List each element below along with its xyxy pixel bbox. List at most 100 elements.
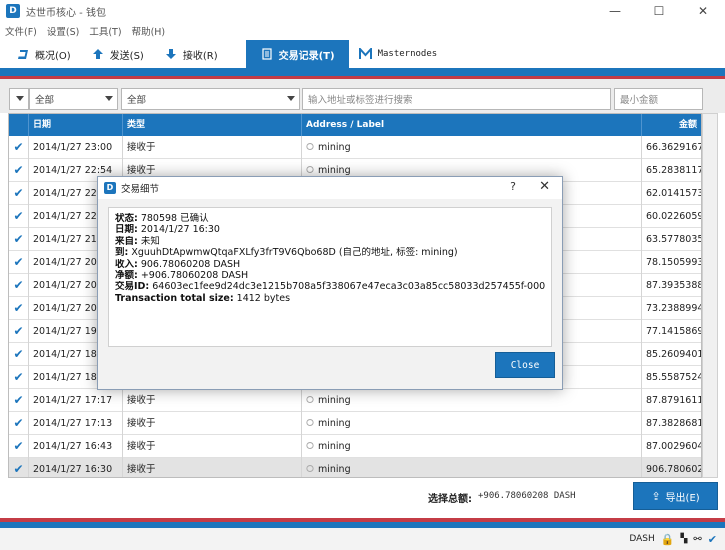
selected-total-label: 选择总额: xyxy=(428,494,472,505)
table-scrollbar[interactable] xyxy=(702,113,718,478)
confirmed-check-icon: ✔ xyxy=(9,366,29,389)
detail-line: 收入: 906.78060208 DASH xyxy=(115,259,545,270)
menu-file[interactable]: 文件(F) xyxy=(0,24,42,38)
row-type: 接收于 xyxy=(123,458,302,477)
confirmed-check-icon: ✔ xyxy=(9,458,29,477)
confirmed-check-icon: ✔ xyxy=(9,228,29,251)
chevron-down-icon xyxy=(16,96,24,101)
detail-label: 净额: xyxy=(115,270,138,282)
detail-label: 状态: xyxy=(115,213,138,224)
search-address-input[interactable]: 输入地址或标签进行搜索 xyxy=(302,88,611,110)
selected-total-value: +906.78060208 DASH xyxy=(478,491,576,501)
row-amount: 87.00296042 xyxy=(646,441,701,452)
lock-icon: 🔒 xyxy=(660,532,675,546)
help-icon[interactable]: ? xyxy=(510,180,516,193)
receive-address-icon: ⭘ xyxy=(306,418,314,429)
header-type[interactable]: 类型 xyxy=(123,114,302,136)
row-address-label: mining xyxy=(318,418,351,429)
status-bar: DASH 🔒 ▚ ⚯ ✔ xyxy=(0,528,725,550)
dialog-title-bar: D 交易细节 ? ✕ xyxy=(98,177,562,199)
tab-send[interactable]: 发送(S) xyxy=(81,41,154,67)
table-row[interactable]: ✔2014/1/27 17:13接收于 ⭘ mining 87.38286819 xyxy=(9,412,701,435)
detail-label: 收入: xyxy=(115,258,138,270)
header-amount[interactable]: 金额 (DASH) xyxy=(642,114,701,152)
search-address-placeholder: 输入地址或标签进行搜索 xyxy=(308,95,413,106)
header-address[interactable]: Address / Label xyxy=(302,114,642,136)
export-button[interactable]: ⇪ 导出(E) xyxy=(633,482,718,510)
footer-area: 选择总额: +906.78060208 DASH ⇪ 导出(E) xyxy=(0,478,725,520)
header-status[interactable] xyxy=(9,114,29,136)
row-amount: 63.57780358 xyxy=(646,234,701,245)
filter-bar: 全部 全部 输入地址或标签进行搜索 最小金额 xyxy=(0,85,725,113)
row-amount: 66.36291673 xyxy=(646,142,701,153)
detail-line: 来自: 未知 xyxy=(115,236,545,247)
row-amount: 73.23889944 xyxy=(646,303,701,314)
confirmed-check-icon: ✔ xyxy=(9,389,29,412)
table-row[interactable]: ✔2014/1/27 16:43接收于 ⭘ mining 87.00296042 xyxy=(9,435,701,458)
header-date[interactable]: 日期 xyxy=(29,114,123,136)
tab-receive-label: 接收(R) xyxy=(182,50,218,62)
row-date: 2014/1/27 17:13 xyxy=(29,412,123,435)
min-amount-input[interactable]: 最小金额 xyxy=(614,88,703,110)
detail-label: 到: xyxy=(115,247,129,259)
confirmed-check-icon: ✔ xyxy=(9,136,29,159)
type-filter-select[interactable]: 全部 xyxy=(121,88,300,110)
send-arrow-icon xyxy=(91,47,105,61)
close-button[interactable]: Close xyxy=(495,352,555,378)
menu-tools[interactable]: 工具(T) xyxy=(84,24,126,38)
detail-value: 64603ec1fee9d24dc3e1215b708a5f338067e47e… xyxy=(149,281,545,293)
dash-dialog-icon: D xyxy=(104,182,116,194)
detail-line: 交易ID: 64603ec1fee9d24dc3e1215b708a5f3380… xyxy=(115,281,545,292)
detail-value: 未知 xyxy=(137,235,160,247)
row-date: 2014/1/27 16:30 xyxy=(29,458,123,477)
date-filter-select[interactable]: 全部 xyxy=(29,88,118,110)
unit-indicator[interactable]: DASH xyxy=(629,534,654,544)
detail-value: 780598 已确认 xyxy=(137,213,209,224)
row-address-label: mining xyxy=(318,464,351,475)
row-amount: 85.55875240 xyxy=(646,372,701,383)
tab-receive[interactable]: 接收(R) xyxy=(154,41,228,67)
confirmed-check-icon: ✔ xyxy=(9,159,29,182)
confirmed-check-icon: ✔ xyxy=(9,182,29,205)
export-label: 导出(E) xyxy=(665,492,700,504)
wallet-window: D 达世币核心 - 钱包 — ☐ ✕ 文件(F) 设置(S) 工具(T) 帮助(… xyxy=(0,0,725,550)
tab-transactions-label: 交易记录(T) xyxy=(278,50,335,62)
tab-overview[interactable]: 概况(O) xyxy=(6,41,81,67)
row-date: 2014/1/27 17:17 xyxy=(29,389,123,412)
sync-check-icon: ✔ xyxy=(707,532,717,546)
detail-label: 来自: xyxy=(115,235,138,247)
close-window-button[interactable]: ✕ xyxy=(681,0,725,22)
row-amount: 87.87916110 xyxy=(646,395,701,406)
table-row[interactable]: ✔2014/1/27 23:00接收于 ⭘ mining 66.36291673 xyxy=(9,136,701,159)
watch-only-filter[interactable] xyxy=(9,88,29,110)
receive-address-icon: ⭘ xyxy=(306,395,314,406)
detail-value: 2014/1/27 16:30 xyxy=(137,224,220,236)
detail-line: 日期: 2014/1/27 16:30 xyxy=(115,224,545,235)
detail-label: 交易ID: xyxy=(115,281,150,293)
table-row[interactable]: ✔2014/1/27 16:30接收于 ⭘ mining 906.78060208 xyxy=(9,458,701,477)
row-amount: 87.39353888 xyxy=(646,280,701,291)
row-type: 接收于 xyxy=(123,435,302,458)
menu-help[interactable]: 帮助(H) xyxy=(127,24,171,38)
detail-line: 到: XguuhDtApwmwQtqaFXLfy3frT9V6Qbo68D (自… xyxy=(115,247,545,258)
confirmed-check-icon: ✔ xyxy=(9,297,29,320)
dialog-close-icon[interactable]: ✕ xyxy=(539,179,550,194)
chevron-down-icon xyxy=(105,96,113,101)
date-filter-value: 全部 xyxy=(35,95,55,106)
minimize-button[interactable]: — xyxy=(593,0,637,22)
menu-settings[interactable]: 设置(S) xyxy=(42,24,84,38)
main-toolbar: 概况(O) 发送(S) 接收(R) 交易记录(T) Masternodes xyxy=(0,40,725,68)
row-address: ⭘ mining xyxy=(302,389,642,412)
receive-address-icon: ⭘ xyxy=(306,165,314,176)
table-row[interactable]: ✔2014/1/27 17:17接收于 ⭘ mining 87.87916110 xyxy=(9,389,701,412)
confirmed-check-icon: ✔ xyxy=(9,274,29,297)
detail-label: Transaction total size: xyxy=(115,292,234,304)
title-bar: D 达世币核心 - 钱包 — ☐ ✕ xyxy=(0,0,725,22)
header-blue-band xyxy=(0,68,725,76)
type-filter-value: 全部 xyxy=(127,95,147,106)
maximize-button[interactable]: ☐ xyxy=(637,0,681,22)
tab-masternodes[interactable]: Masternodes xyxy=(349,41,448,67)
tab-transactions[interactable]: 交易记录(T) xyxy=(245,40,349,68)
table-header: 日期 类型 Address / Label 金额 (DASH) xyxy=(9,114,701,152)
confirmed-check-icon: ✔ xyxy=(9,251,29,274)
